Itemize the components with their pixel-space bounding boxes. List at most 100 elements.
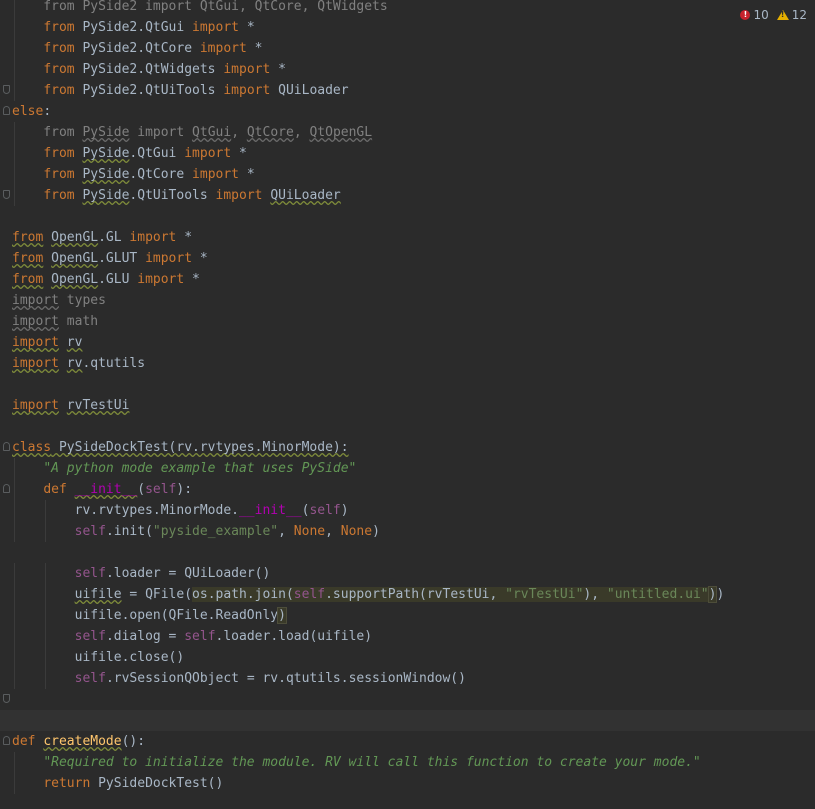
code-token: ) <box>372 524 380 539</box>
code-token: import <box>12 356 59 371</box>
code-line[interactable]: "A python mode example that uses PySide" <box>0 458 815 479</box>
code-line[interactable]: from PySide2 import QtGui, QtCore, QtWid… <box>0 0 815 17</box>
code-line[interactable]: "Required to initialize the module. RV w… <box>0 752 815 773</box>
code-line[interactable]: from PySide2.QtCore import * <box>0 38 815 59</box>
code-line[interactable]: import math <box>0 311 815 332</box>
code-token: * <box>184 272 200 287</box>
code-text: uifile.close() <box>12 647 185 668</box>
code-line[interactable]: self.loader = QUiLoader() <box>0 563 815 584</box>
code-text: def __init__(self): <box>12 479 192 500</box>
code-text: uifile.open(QFile.ReadOnly) <box>12 605 287 626</box>
code-text: import rv <box>12 332 82 353</box>
code-line[interactable]: from PySide.QtCore import * <box>0 164 815 185</box>
code-line[interactable]: from PySide import QtGui, QtCore, QtOpen… <box>0 122 815 143</box>
code-editor[interactable]: from PySide2 import QtGui, QtCore, QtWid… <box>0 0 815 809</box>
fold-marker-icon[interactable] <box>3 694 10 703</box>
code-token: QtCore <box>246 125 294 140</box>
fold-marker-icon[interactable] <box>3 85 10 94</box>
fold-marker-icon[interactable] <box>3 442 10 451</box>
code-text: from PySide.QtCore import * <box>12 164 255 185</box>
code-token: createMode <box>43 734 122 749</box>
code-line[interactable]: self.init("pyside_example", None, None) <box>0 521 815 542</box>
code-token: "pyside_example" <box>152 524 279 539</box>
code-line[interactable]: from PySide2.QtWidgets import * <box>0 59 815 80</box>
code-text: from PySide2.QtWidgets import * <box>12 59 286 80</box>
code-line[interactable]: from PySide2.QtGui import * <box>0 17 815 38</box>
code-line[interactable]: from OpenGL.GLUT import * <box>0 248 815 269</box>
code-line[interactable]: uifile.close() <box>0 647 815 668</box>
code-text: "Required to initialize the module. RV w… <box>12 752 701 773</box>
code-line[interactable]: else: <box>0 101 815 122</box>
code-token: import <box>192 167 240 182</box>
code-token: "Required to initialize the module. RV w… <box>43 755 701 770</box>
code-text: import rv.qtutils <box>12 353 145 374</box>
fold-marker-icon[interactable] <box>3 106 10 115</box>
error-count-badge[interactable]: ! 10 <box>740 8 769 22</box>
code-line[interactable]: self.rvSessionQObject = rv.qtutils.sessi… <box>0 668 815 689</box>
code-line[interactable]: uifile = QFile(os.path.join(self.support… <box>0 584 815 605</box>
code-token: import <box>145 251 193 266</box>
code-token: PySide <box>82 146 130 161</box>
code-token: .dialog = <box>105 629 185 644</box>
inspection-widget[interactable]: ! 10 12 <box>738 6 809 24</box>
code-token: PySide2.QtUiTools <box>74 83 224 98</box>
code-line[interactable] <box>0 416 815 437</box>
code-text: import types <box>12 290 106 311</box>
code-text: from OpenGL.GLU import * <box>12 269 200 290</box>
code-token: ), <box>583 587 607 602</box>
code-token: return <box>43 776 91 791</box>
fold-marker-icon[interactable] <box>3 190 10 199</box>
code-line[interactable]: self.dialog = self.loader.load(uifile) <box>0 626 815 647</box>
code-token: def <box>43 482 67 497</box>
code-line[interactable] <box>0 689 815 710</box>
code-text: from PySide import QtGui, QtCore, QtOpen… <box>12 122 372 143</box>
code-line[interactable] <box>0 710 815 731</box>
code-line[interactable]: import types <box>0 290 815 311</box>
code-token: math <box>58 314 99 329</box>
code-token: QtOpenGL <box>309 125 373 140</box>
code-token: from <box>43 188 75 203</box>
code-token: from PySide2 import QtGui, QtCore, QtWid… <box>12 0 388 14</box>
warning-count-badge[interactable]: 12 <box>776 8 807 22</box>
code-line[interactable]: import rv.qtutils <box>0 353 815 374</box>
code-line[interactable] <box>0 206 815 227</box>
code-text: from OpenGL.GLUT import * <box>12 248 208 269</box>
code-line[interactable] <box>0 542 815 563</box>
code-line[interactable]: from PySide.QtUiTools import QUiLoader <box>0 185 815 206</box>
code-token: self <box>74 524 106 539</box>
code-line[interactable]: def createMode(): <box>0 731 815 752</box>
code-token: import <box>192 20 239 35</box>
fold-marker-icon[interactable] <box>3 736 10 745</box>
code-token: uifile.close() <box>12 650 185 665</box>
code-line[interactable]: uifile.open(QFile.ReadOnly) <box>0 605 815 626</box>
code-token: (): <box>121 734 146 749</box>
code-token: * <box>239 167 255 182</box>
code-text: import math <box>12 311 98 332</box>
code-text: uifile = QFile(os.path.join(self.support… <box>12 584 724 605</box>
code-line[interactable]: from PySide.QtGui import * <box>0 143 815 164</box>
code-line[interactable]: return PySideDockTest() <box>0 773 815 794</box>
fold-marker-icon[interactable] <box>3 484 10 493</box>
code-token: uifile <box>74 587 122 602</box>
code-line[interactable] <box>0 374 815 395</box>
code-line[interactable]: rv.rvtypes.MinorMode.__init__(self) <box>0 500 815 521</box>
code-token: self <box>145 482 177 497</box>
code-line[interactable]: import rv <box>0 332 815 353</box>
code-token: .supportPath(rvTestUi, <box>325 587 506 602</box>
code-token: .QtUiTools <box>129 188 216 203</box>
code-token: PySide2.QtWidgets <box>74 62 224 77</box>
code-line[interactable]: from OpenGL.GL import * <box>0 227 815 248</box>
code-line[interactable]: class PySideDockTest(rv.rvtypes.MinorMod… <box>0 437 815 458</box>
code-token: OpenGL <box>51 230 99 245</box>
code-line[interactable]: import rvTestUi <box>0 395 815 416</box>
code-line[interactable]: from OpenGL.GLU import * <box>0 269 815 290</box>
code-text: from OpenGL.GL import * <box>12 227 192 248</box>
code-line[interactable]: def __init__(self): <box>0 479 815 500</box>
code-line[interactable]: from PySide2.QtUiTools import QUiLoader <box>0 80 815 101</box>
code-token: ) <box>716 587 725 602</box>
